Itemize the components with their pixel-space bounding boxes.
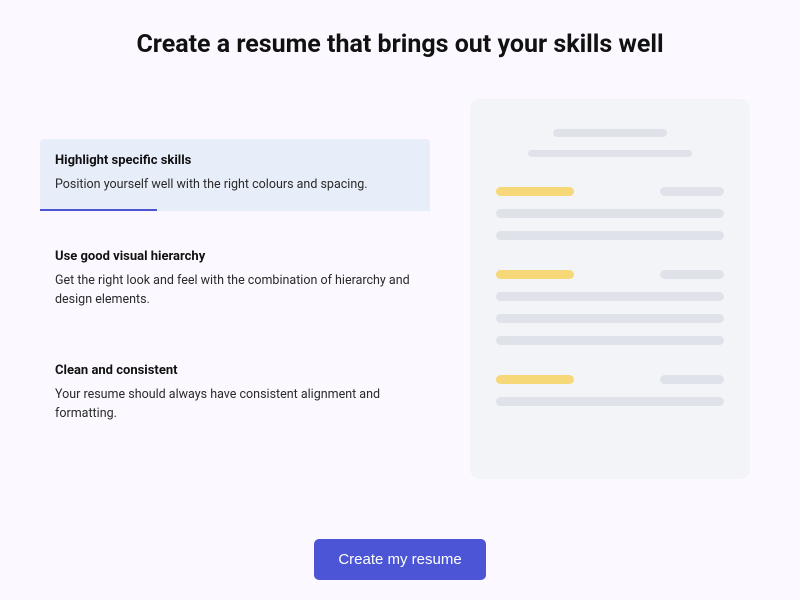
preview-row [496, 187, 724, 209]
preview-line [660, 270, 724, 279]
preview-row [496, 375, 724, 397]
page-title: Create a resume that brings out your ski… [40, 30, 760, 59]
preview-line [660, 187, 724, 196]
preview-line [496, 314, 724, 323]
option-highlight-skills[interactable]: Highlight specific skills Position yours… [40, 139, 430, 211]
option-underline-indicator [40, 209, 157, 211]
preview-row [496, 270, 724, 292]
resume-preview [470, 99, 750, 479]
preview-line [496, 375, 574, 384]
preview-line [528, 150, 692, 157]
option-title: Highlight specific skills [55, 153, 415, 168]
options-list: Highlight specific skills Position yours… [40, 99, 430, 527]
option-visual-hierarchy[interactable]: Use good visual hierarchy Get the right … [40, 235, 430, 326]
preview-line [553, 129, 667, 137]
option-description: Get the right look and feel with the com… [55, 272, 415, 310]
preview-line [496, 209, 724, 218]
preview-line [496, 270, 574, 279]
main-content: Highlight specific skills Position yours… [40, 99, 760, 527]
preview-panel [460, 99, 760, 527]
option-title: Use good visual hierarchy [55, 249, 415, 264]
option-clean-consistent[interactable]: Clean and consistent Your resume should … [40, 349, 430, 440]
preview-line [496, 336, 724, 345]
option-title: Clean and consistent [55, 363, 415, 378]
create-resume-button[interactable]: Create my resume [314, 539, 485, 580]
option-description: Position yourself well with the right co… [55, 176, 415, 195]
preview-line [660, 375, 724, 384]
preview-line [496, 231, 724, 240]
footer: Create my resume [40, 527, 760, 580]
preview-line [496, 292, 724, 301]
preview-line [496, 187, 574, 196]
option-description: Your resume should always have consisten… [55, 386, 415, 424]
preview-line [496, 397, 724, 406]
